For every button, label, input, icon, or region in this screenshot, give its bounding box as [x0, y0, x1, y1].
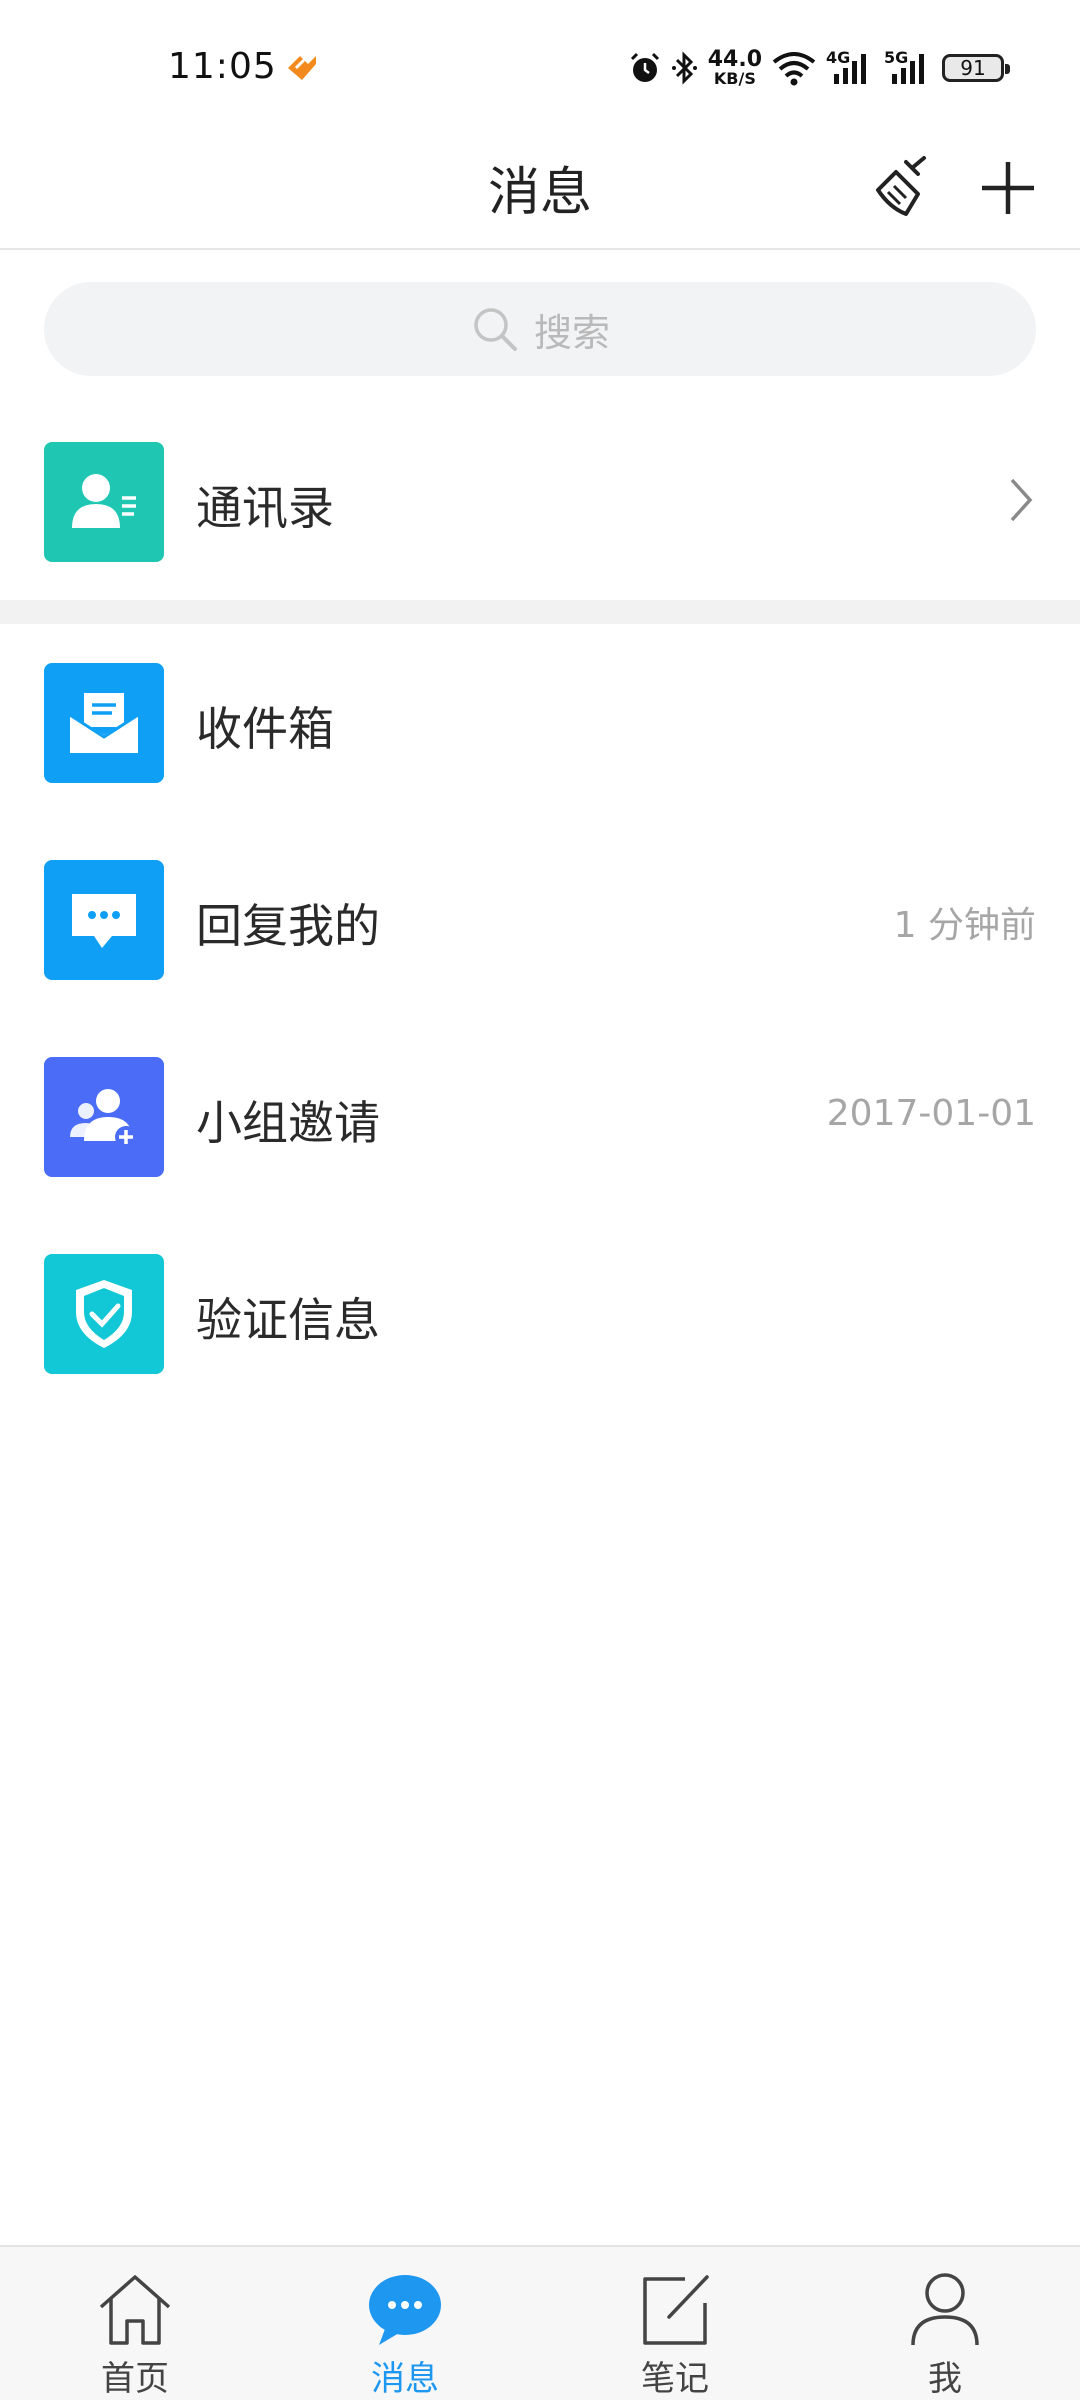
list-item-label: 收件箱	[196, 702, 334, 756]
app-notification-icon	[288, 56, 316, 80]
status-bar: 11:05 44.0 KB/S 4G 5G 91	[0, 0, 1080, 130]
person-icon	[911, 2273, 979, 2346]
net-speed: 44.0 KB/S	[708, 49, 762, 87]
group-add-icon	[44, 1057, 164, 1177]
nav-me[interactable]: 我	[810, 2247, 1080, 2402]
list-item-inbox[interactable]: 收件箱	[0, 643, 1080, 803]
section-divider	[0, 600, 1080, 624]
net-speed-value: 44.0	[707, 47, 762, 72]
nav-label: 消息	[371, 2359, 439, 2399]
nav-label: 笔记	[641, 2359, 709, 2399]
wifi-icon	[772, 52, 816, 86]
list-item-label: 通讯录	[196, 481, 334, 535]
app-header: 消息	[0, 130, 1080, 250]
list-item-label: 验证信息	[196, 1293, 380, 1347]
net-speed-unit: KB/S	[713, 69, 756, 88]
list-item-verification[interactable]: 验证信息	[0, 1234, 1080, 1394]
list-item-label: 回复我的	[196, 899, 380, 953]
nav-label: 我	[928, 2359, 962, 2399]
nav-label: 首页	[101, 2359, 169, 2399]
chat-bubble-icon	[44, 860, 164, 980]
list-item-replies[interactable]: 回复我的 1 分钟前	[0, 840, 1080, 1000]
battery-indicator: 91	[942, 54, 1010, 82]
plus-icon[interactable]	[972, 152, 1044, 224]
signal-bars-icon	[892, 54, 924, 84]
contact-card-icon	[44, 442, 164, 562]
message-bubble-icon	[369, 2275, 441, 2345]
search-placeholder: 搜索	[533, 310, 610, 355]
broom-icon[interactable]	[866, 152, 938, 224]
home-icon	[99, 2275, 171, 2345]
chevron-right-icon	[1010, 478, 1033, 522]
bottom-nav: 首页 消息 笔记 我	[0, 2245, 1080, 2400]
search-input[interactable]: 搜索	[44, 282, 1036, 376]
inbox-envelope-icon	[44, 663, 164, 783]
list-item-group-invites[interactable]: 小组邀请 2017-01-01	[0, 1037, 1080, 1197]
shield-check-icon	[44, 1254, 164, 1374]
list-item-date: 2017-01-01	[826, 1093, 1036, 1134]
status-icons: 44.0 KB/S 4G 5G 91	[628, 44, 1010, 92]
edit-note-icon	[643, 2275, 709, 2345]
nav-home[interactable]: 首页	[0, 2247, 270, 2402]
bluetooth-icon	[671, 51, 697, 85]
nav-notes[interactable]: 笔记	[540, 2247, 810, 2402]
signal-sim2: 5G	[884, 48, 932, 86]
nav-messages[interactable]: 消息	[270, 2247, 540, 2402]
search-icon	[474, 308, 517, 351]
status-time: 11:05	[168, 46, 277, 87]
alarm-icon	[630, 52, 659, 82]
list-item-label: 小组邀请	[196, 1096, 380, 1150]
signal-sim1: 4G	[826, 48, 874, 86]
signal-bars-icon	[834, 54, 866, 84]
list-item-time: 1 分钟前	[893, 905, 1036, 946]
list-item-contacts[interactable]: 通讯录	[0, 422, 1080, 582]
